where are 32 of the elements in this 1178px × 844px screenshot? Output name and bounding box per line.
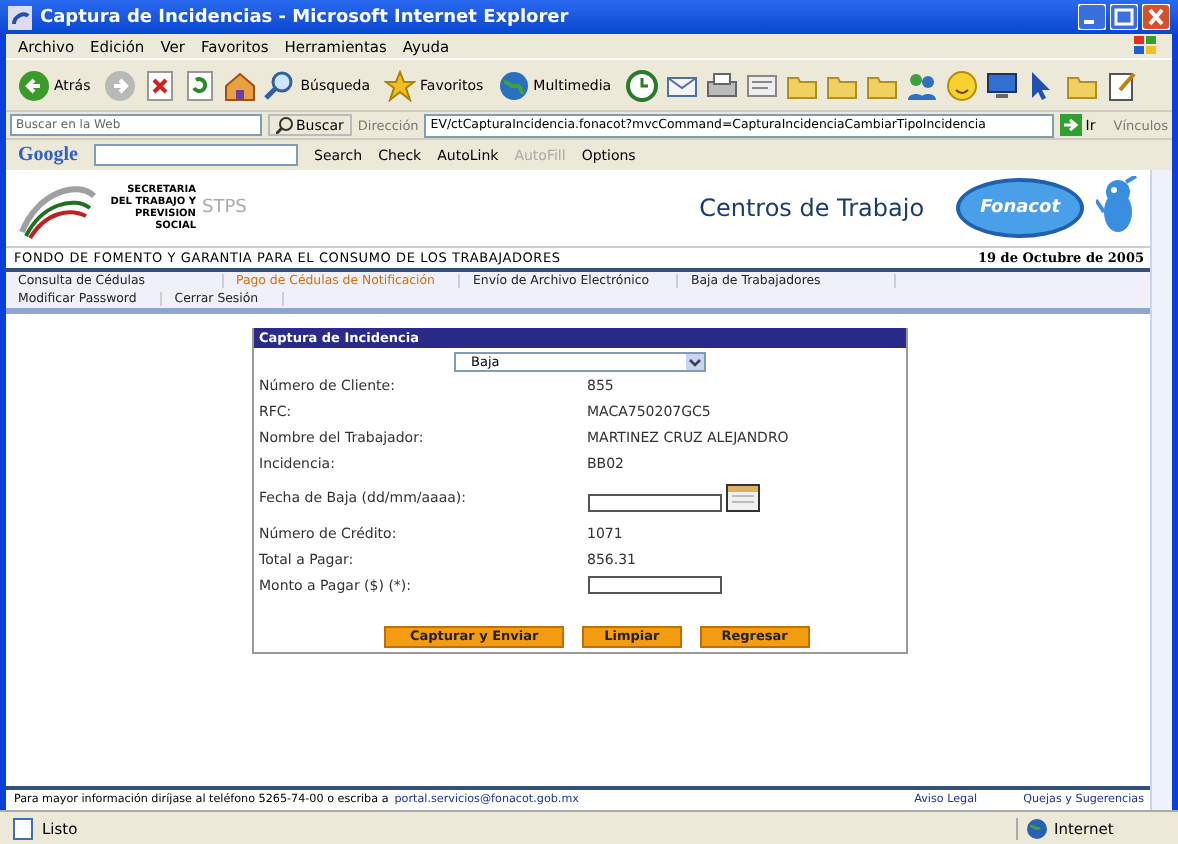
- page-title: Centros de Trabajo: [699, 194, 925, 222]
- page-icon: [12, 817, 34, 839]
- input-field[interactable]: [587, 494, 721, 512]
- search-icon: [264, 69, 297, 101]
- globe-icon: [1026, 817, 1048, 839]
- star-icon: [384, 69, 417, 101]
- refresh-icon[interactable]: [184, 69, 217, 101]
- monitor-icon[interactable]: [985, 69, 1018, 101]
- close-icon[interactable]: [1142, 4, 1170, 30]
- clock-icon[interactable]: [625, 69, 658, 101]
- dropdown-arrow-icon: [685, 354, 703, 370]
- ie-logo-icon: [8, 5, 32, 29]
- globe-icon: [497, 69, 530, 101]
- google-logo[interactable]: Google: [18, 144, 78, 166]
- calendar-icon[interactable]: [725, 484, 759, 512]
- search-field[interactable]: [94, 144, 298, 166]
- input-field[interactable]: [587, 576, 721, 594]
- fonacot-logo: Fonacot: [956, 178, 1084, 238]
- maximize-icon[interactable]: [1110, 4, 1138, 30]
- window-title: Captura de Incidencias - Microsoft Internet Explorer: [40, 7, 571, 27]
- printer-icon[interactable]: [705, 69, 738, 101]
- minimize-icon[interactable]: [1078, 4, 1106, 30]
- notepad-icon[interactable]: [1105, 69, 1138, 101]
- document-icon[interactable]: [745, 69, 778, 101]
- stps-logo-text: STPS: [202, 198, 247, 218]
- windows-flag-icon: [1132, 34, 1160, 58]
- scrollbar[interactable]: [1150, 170, 1172, 810]
- people-icon[interactable]: [905, 69, 938, 101]
- house-icon[interactable]: [224, 69, 257, 101]
- search-icon: [276, 116, 294, 134]
- stop-icon[interactable]: [144, 69, 177, 101]
- arrow-icon: [1059, 114, 1082, 136]
